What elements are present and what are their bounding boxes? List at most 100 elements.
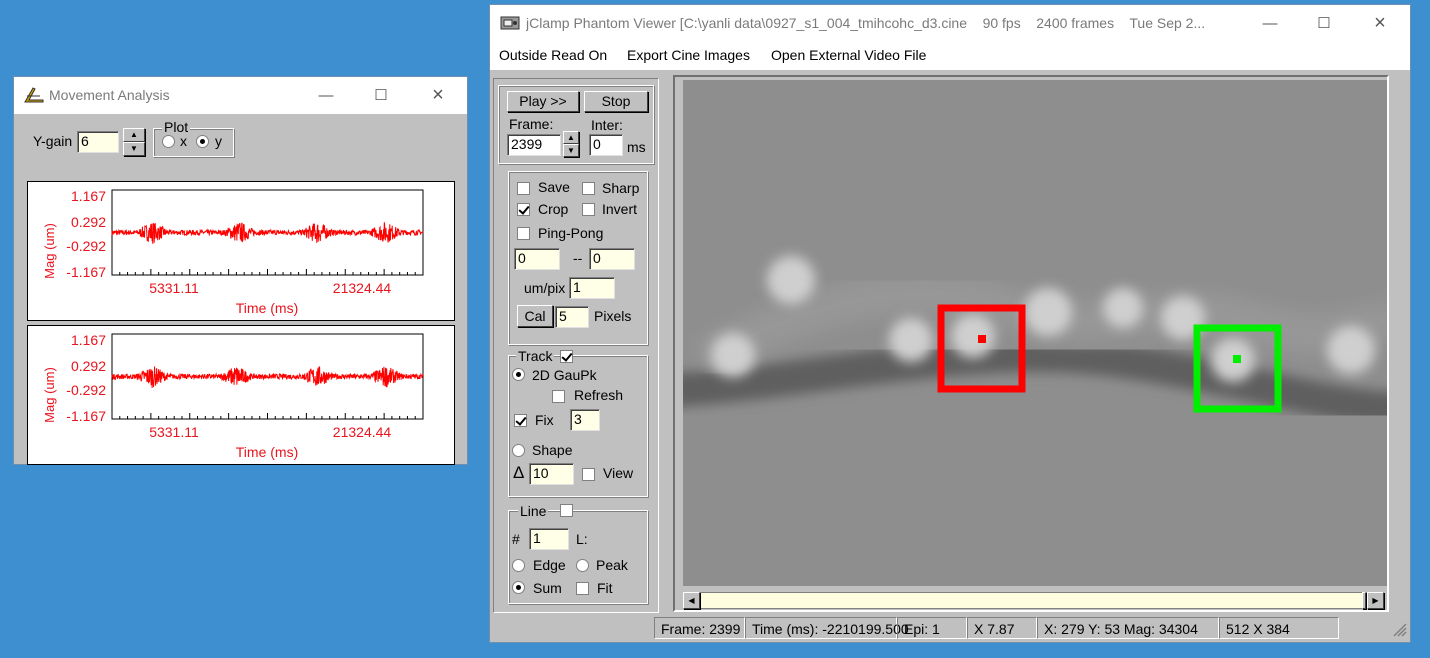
ygain-label: Y-gain (33, 133, 73, 149)
chart-panel-1: Mag (um) 1.167 0.292 -0.292 -1.167 5331.… (27, 181, 455, 321)
cal-button[interactable]: Cal (517, 305, 553, 327)
window-title: Movement Analysis (49, 87, 170, 103)
movement-title-bar[interactable]: Movement Analysis — ☐ × (14, 77, 467, 114)
chart-ytick: -0.292 (66, 382, 106, 398)
inter-input[interactable]: 0 (589, 134, 623, 156)
scroll-right-button[interactable]: ▶ (1367, 592, 1384, 609)
minimize-icon[interactable]: — (1242, 5, 1298, 42)
range-separator: -- (573, 250, 583, 266)
delta-label: Δ (513, 463, 525, 482)
chart-ytick: -1.167 (66, 408, 106, 424)
ygain-input[interactable]: 6 (77, 131, 119, 153)
ygain-down-button[interactable]: ▼ (123, 142, 145, 156)
play-button[interactable]: Play >> (507, 91, 579, 112)
cal-input[interactable]: 5 (555, 306, 589, 328)
status-xy-mag: X: 279 Y: 53 Mag: 34304 (1037, 617, 1219, 639)
track-label: Track (516, 348, 555, 364)
gaupk-radio[interactable] (512, 368, 525, 381)
frame-up-button[interactable]: ▲ (563, 131, 579, 144)
save-label: Save (538, 179, 570, 195)
invert-label: Invert (602, 201, 638, 217)
peak-radio[interactable] (576, 559, 589, 572)
plot-x-label: x (180, 133, 187, 149)
edge-radio[interactable] (512, 559, 525, 572)
chart-1-svg: Mag (um) 1.167 0.292 -0.292 -1.167 5331.… (42, 188, 424, 316)
window-title: jClamp Phantom Viewer [C:\yanli data\092… (526, 15, 1206, 31)
chart-ytick: 1.167 (71, 188, 106, 204)
refresh-checkbox[interactable] (552, 390, 565, 403)
chart-xtick: 21324.44 (333, 424, 392, 440)
frame-label: Frame: (509, 116, 554, 132)
chart-panel-2: Mag (um) 1.167 0.292 -0.292 -1.167 5331.… (27, 325, 455, 465)
scroll-left-button[interactable]: ◀ (683, 592, 700, 609)
range-to-input[interactable]: 0 (589, 248, 635, 270)
chart-2-svg: Mag (um) 1.167 0.292 -0.292 -1.167 5331.… (42, 332, 424, 460)
fix-label: Fix (535, 412, 554, 428)
chart-ytick: 1.167 (71, 332, 106, 348)
scroll-thumb[interactable] (1362, 592, 1366, 609)
viewer-title-bar[interactable]: jClamp Phantom Viewer [C:\yanli data\092… (490, 5, 1410, 42)
view-checkbox[interactable] (582, 468, 595, 481)
pingpong-label: Ping-Pong (538, 225, 604, 241)
plot-y-radio[interactable] (196, 135, 209, 148)
cell-image-svg (683, 80, 1387, 586)
fix-input[interactable]: 3 (570, 409, 600, 431)
chart-xtick: 5331.11 (149, 280, 199, 296)
chart-xlabel: Time (ms) (236, 300, 298, 316)
pingpong-checkbox[interactable] (517, 227, 530, 240)
chart-ytick: 0.292 (71, 358, 106, 374)
minimize-icon[interactable]: — (298, 77, 354, 114)
sum-radio[interactable] (512, 581, 525, 594)
shape-radio[interactable] (512, 444, 525, 457)
frame-down-button[interactable]: ▼ (563, 144, 579, 157)
plot-x-radio[interactable] (162, 135, 175, 148)
line-label: Line (518, 503, 549, 519)
save-checkbox[interactable] (517, 182, 530, 195)
sharp-label: Sharp (602, 180, 640, 196)
track-checkbox[interactable] (560, 350, 573, 363)
delta-input[interactable]: 10 (529, 463, 574, 485)
fit-checkbox[interactable] (576, 582, 589, 595)
crop-label: Crop (538, 201, 569, 217)
close-icon[interactable]: × (1352, 5, 1408, 42)
peak-label: Peak (596, 557, 628, 573)
menu-bar: Outside Read On Export Cine Images Open … (490, 42, 1410, 70)
menu-export-cine-images[interactable]: Export Cine Images (627, 47, 750, 63)
sharp-checkbox[interactable] (582, 182, 595, 195)
frame-input[interactable]: 2399 (507, 134, 561, 156)
maximize-icon[interactable]: ☐ (1296, 5, 1352, 42)
range-from-input[interactable]: 0 (514, 248, 560, 270)
chart-ytick: -0.292 (66, 238, 106, 254)
line-number-input[interactable]: 1 (529, 528, 569, 550)
status-x: X 7.87 (967, 617, 1037, 639)
pixels-label: Pixels (594, 308, 632, 324)
status-bar: Frame: 2399 Time (ms): -2210199.500 Epi:… (490, 615, 1410, 642)
chart-xlabel: Time (ms) (236, 444, 298, 460)
app-icon (500, 15, 520, 31)
crop-checkbox[interactable] (517, 203, 530, 216)
roi-green-center (1233, 355, 1241, 363)
sum-label: Sum (533, 580, 562, 596)
close-icon[interactable]: × (410, 77, 466, 114)
invert-checkbox[interactable] (582, 203, 595, 216)
status-time: Time (ms): -2210199.500 (745, 617, 909, 639)
chart-ylabel: Mag (um) (42, 367, 57, 423)
app-icon (24, 86, 44, 104)
menu-outside-read-on[interactable]: Outside Read On (499, 47, 607, 63)
view-label: View (603, 465, 634, 481)
stop-button[interactable]: Stop (584, 91, 648, 112)
menu-open-external-video-file[interactable]: Open External Video File (771, 47, 926, 63)
maximize-icon[interactable]: ☐ (353, 77, 409, 114)
resize-grip-icon[interactable] (1393, 623, 1407, 637)
status-size: 512 X 384 (1219, 617, 1339, 639)
video-frame-image[interactable] (683, 80, 1387, 586)
status-frame: Frame: 2399 (654, 617, 745, 639)
line-checkbox[interactable] (560, 504, 573, 517)
ygain-up-button[interactable]: ▲ (123, 128, 145, 142)
hash-label: # (512, 531, 520, 547)
horizontal-scrollbar[interactable] (683, 592, 1382, 609)
fix-checkbox[interactable] (514, 414, 527, 427)
umpix-input[interactable]: 1 (569, 277, 615, 299)
phantom-viewer-window: jClamp Phantom Viewer [C:\yanli data\092… (490, 5, 1410, 642)
umpix-label: um/pix (524, 280, 566, 296)
